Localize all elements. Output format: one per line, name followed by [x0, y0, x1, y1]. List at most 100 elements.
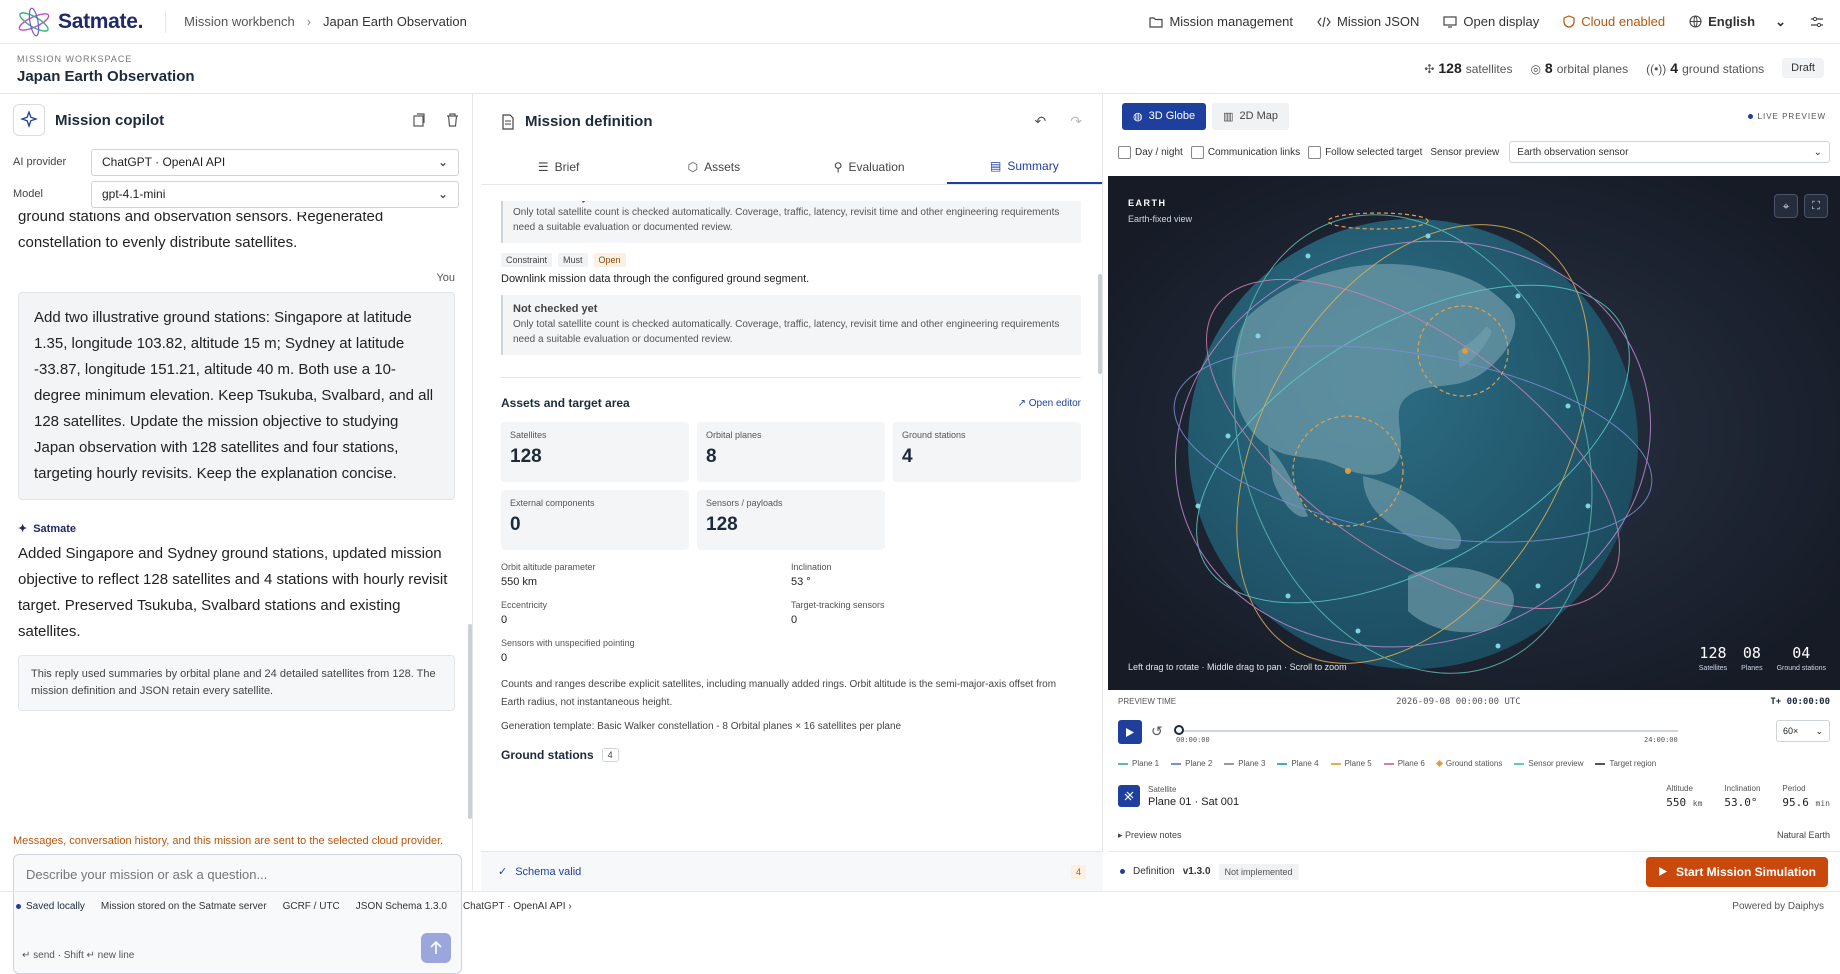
summary-content[interactable]: Not checked yet Only total satellite cou…	[501, 201, 1081, 841]
open-editor-link[interactable]: ↗ Open editor	[1018, 398, 1081, 409]
globe-icon: ◍	[1133, 110, 1143, 123]
provider-row: AI provider ChatGPT · OpenAI API ⌄	[0, 146, 472, 178]
copilot-title: Mission copilot	[55, 111, 165, 129]
chevron-right-icon: ›	[568, 900, 572, 912]
play-icon	[1126, 727, 1134, 737]
map-icon: ▥	[1223, 110, 1234, 123]
mission-management-link[interactable]: Mission management	[1149, 14, 1293, 29]
provider-status[interactable]: ChatGPT · OpenAI API ›	[463, 901, 572, 912]
tab-evaluation[interactable]: ⚲ Evaluation	[792, 149, 947, 184]
timeline-handle[interactable]	[1174, 725, 1184, 735]
assets-section-header: Assets and target area ↗ Open editor	[501, 396, 1081, 410]
open-display-link[interactable]: Open display	[1443, 14, 1539, 29]
sensor-preview-select[interactable]: Earth observation sensor ⌄	[1509, 141, 1830, 163]
arrow-up-right-icon: ↗	[1017, 397, 1029, 409]
daynight-checkbox[interactable]: Day / night	[1118, 145, 1183, 159]
code-icon	[1317, 16, 1331, 27]
preview-notes-row: ▸ Preview notes Natural Earth	[1118, 830, 1830, 841]
tag-must: Must	[558, 253, 588, 267]
input-hint: ↵ send · Shift ↵ new line	[22, 950, 135, 961]
comm-links-checkbox[interactable]: Communication links	[1190, 145, 1300, 159]
satellite-metrics: Altitude 550 km Inclination 53.0° Period 95…	[1666, 784, 1830, 809]
legend-label: Plane 6	[1397, 759, 1425, 768]
frame-status: GCRF / UTC	[282, 900, 340, 912]
view-2d-map-button[interactable]: ▥ 2D Map	[1212, 102, 1290, 130]
chat-scrollbar[interactable]	[468, 624, 472, 819]
redo-icon[interactable]: ↷	[1070, 113, 1082, 130]
tab-brief[interactable]: ☰ Brief	[481, 149, 636, 184]
schema-status[interactable]: ✓ Schema valid 4	[481, 851, 1103, 891]
globe-canvas[interactable]	[1108, 176, 1840, 690]
ground-stations-header: Ground stations 4	[501, 748, 1081, 762]
preview-time-row: PREVIEW TIME 2026-09-08 00:00:00 UTC T+ …	[1118, 697, 1830, 707]
export-icon[interactable]	[412, 113, 426, 127]
legend-label: Plane 1	[1132, 759, 1160, 768]
metric-period: Period 95.6 min	[1782, 783, 1830, 809]
preview-notes-toggle[interactable]: ▸ Preview notes	[1118, 830, 1182, 841]
legend-swatch	[1171, 762, 1182, 765]
cloud-status[interactable]: Cloud enabled	[1563, 14, 1665, 29]
workspace-header: MISSION WORKSPACE Japan Earth Observatio…	[0, 44, 1840, 94]
chevron-down-icon: ⌄	[437, 155, 448, 169]
model-label: Model	[13, 188, 43, 200]
fullscreen-button[interactable]: ⛶	[1804, 194, 1828, 218]
param-altitude: Orbit altitude parameter 550 km	[501, 562, 596, 588]
breadcrumb-workbench[interactable]: Mission workbench	[184, 14, 295, 29]
view-3d-globe-button[interactable]: ◍ 3D Globe	[1122, 102, 1207, 130]
selected-satellite[interactable]: Satellite Plane 01 · Sat 001 Altitude 550…	[1118, 780, 1830, 812]
model-select[interactable]: gpt-4.1-mini ⌄	[91, 180, 459, 208]
param-eccentricity: Eccentricity 0	[501, 600, 548, 626]
assistant-message-prev: ground stations and observation sensors.…	[18, 212, 384, 251]
satellite-icon: ✣	[1424, 62, 1435, 76]
settings-button[interactable]	[1810, 16, 1824, 28]
check-circle-icon: ✓	[498, 866, 508, 878]
reply-note: This reply used summaries by orbital pla…	[18, 655, 455, 711]
preview-options: Day / night Communication links Follow s…	[1108, 138, 1840, 166]
open-display-label: Open display	[1463, 14, 1540, 29]
legend-label: Plane 3	[1238, 759, 1266, 768]
card-sensors: Sensors / payloads 128	[697, 490, 885, 550]
tab-summary[interactable]: ▤ Summary	[946, 149, 1102, 184]
user-message: Add two illustrative ground stations: Si…	[18, 292, 455, 500]
card-orbital-planes: Orbital planes 8	[697, 422, 885, 482]
globe-stat-satellites: 128 Satellites	[1698, 644, 1728, 672]
follow-target-checkbox[interactable]: Follow selected target	[1308, 145, 1422, 159]
mission-stats: ✣ 128 satellites ◎ 8 orbital planes ((•)) 4 gr…	[1424, 58, 1824, 78]
assistant-message: Added Singapore and Sydney ground statio…	[18, 545, 448, 640]
globe-view[interactable]: EARTH Earth-fixed view ⌖ ⛶ Left drag to …	[1108, 176, 1840, 690]
timeline-track[interactable]	[1178, 730, 1678, 732]
status-dot	[1120, 869, 1125, 874]
play-button[interactable]	[1118, 720, 1142, 744]
definition-title: Mission definition	[525, 113, 653, 130]
definition-tabs: ☰ Brief ⬡ Assets ⚲ Evaluation ▤ Summary	[481, 149, 1102, 185]
send-button[interactable]	[421, 933, 451, 963]
definition-scrollbar[interactable]	[1098, 274, 1102, 374]
legend-item: Plane 1	[1118, 759, 1159, 768]
stat-planes: ◎ 8 orbital planes	[1530, 60, 1629, 76]
provider-select[interactable]: ChatGPT · OpenAI API ⌄	[91, 148, 459, 176]
speed-select[interactable]: 60× ⌄	[1776, 720, 1830, 742]
globe-icon	[1689, 15, 1702, 28]
saved-status: Saved locally	[16, 901, 85, 912]
logo[interactable]: Satmate.	[16, 7, 143, 37]
language-select[interactable]: English ⌄	[1689, 14, 1786, 30]
preview-panel: ◍ 3D Globe ▥ 2D Map LIVE PREVIEW Day / nig…	[1108, 94, 1840, 891]
start-simulation-button[interactable]: Start Mission Simulation	[1645, 856, 1828, 887]
sparkle-icon: ✦	[18, 523, 28, 535]
reset-icon[interactable]: ↺	[1151, 723, 1163, 740]
globe-stat-planes: 08 Planes	[1741, 644, 1763, 672]
undo-icon[interactable]: ↶	[1035, 113, 1047, 130]
mission-json-link[interactable]: Mission JSON	[1317, 14, 1419, 29]
orbit-icon: ◎	[1530, 62, 1541, 76]
requirement-tags: Constraint Must Open	[501, 253, 1081, 267]
chat-history[interactable]: ground stations and observation sensors.…	[0, 212, 473, 734]
metric-inclination: Inclination 53.0°	[1724, 783, 1761, 809]
chevron-down-icon: ⌄	[1775, 13, 1786, 29]
legend-item: Ground stations	[1435, 759, 1502, 768]
legend-swatch	[1224, 762, 1235, 765]
trash-icon[interactable]	[446, 113, 459, 127]
preview-time-offset: T+ 00:00:00	[1770, 697, 1830, 707]
recenter-button[interactable]: ⌖	[1774, 194, 1798, 218]
mission-management-label: Mission management	[1169, 14, 1294, 29]
tab-assets[interactable]: ⬡ Assets	[636, 149, 791, 184]
